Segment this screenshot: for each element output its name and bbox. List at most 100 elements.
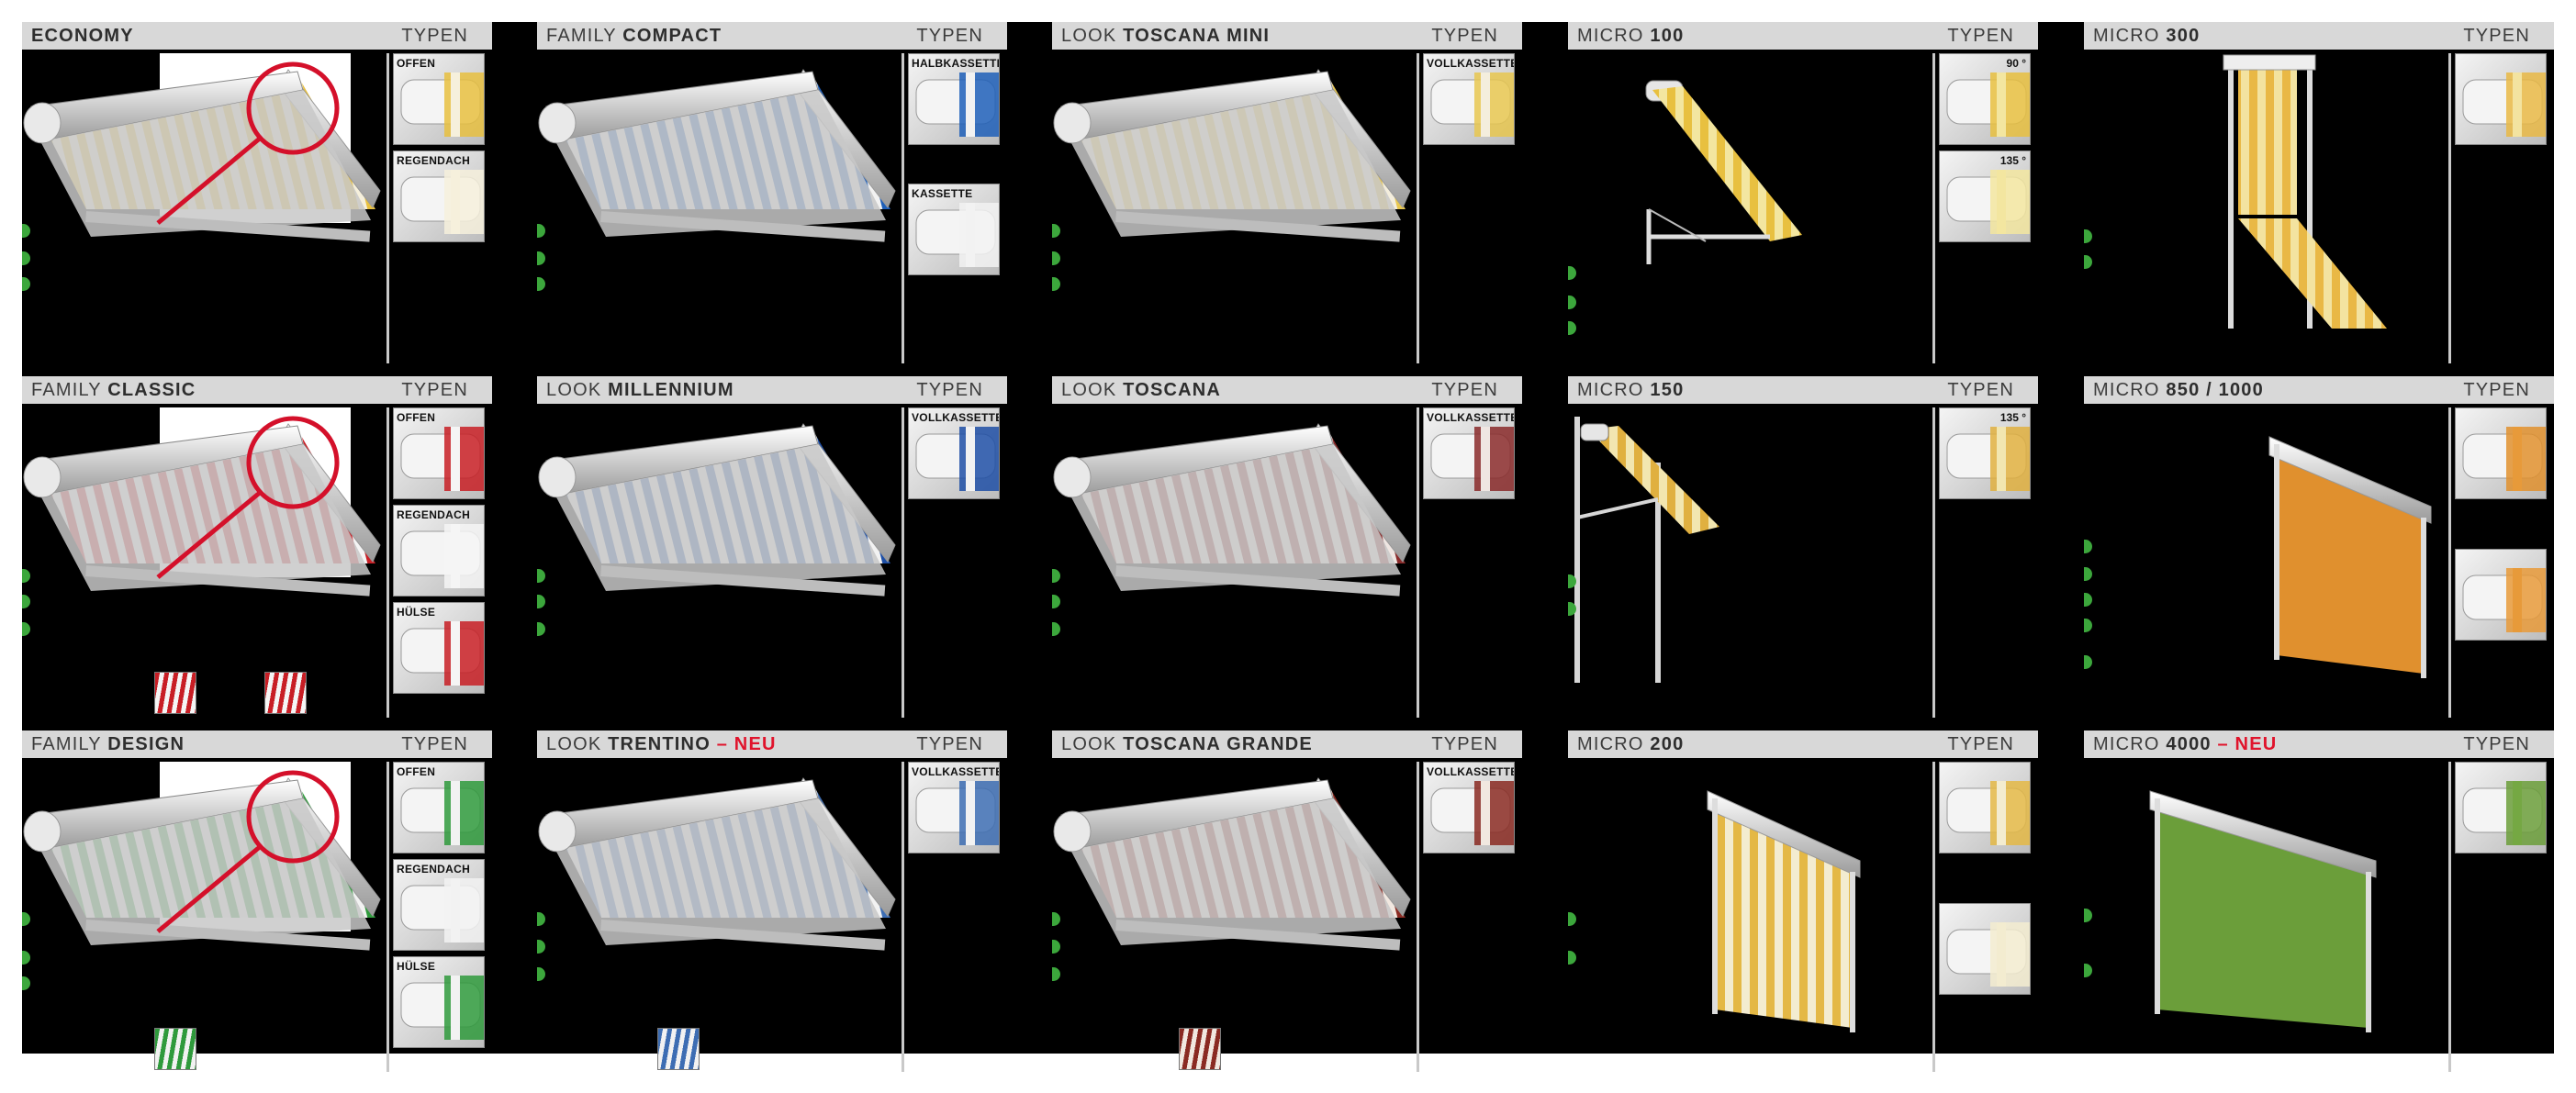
panel-title: FAMILY COMPACT: [546, 26, 722, 46]
product-illustration: [538, 69, 896, 242]
type-thumbnail[interactable]: REGENDACH: [393, 151, 485, 242]
type-thumbnail[interactable]: [2455, 407, 2547, 499]
feature-marker: [537, 251, 545, 265]
product-panel: FAMILY DESIGN TYPEN OFFEN REGENDACH HÜLS…: [22, 731, 492, 1072]
type-thumbnail[interactable]: 135 °: [1939, 407, 2031, 499]
product-panel: ECONOMY TYPEN OFFEN REGENDACH: [22, 22, 492, 363]
divider: [1417, 53, 1419, 363]
type-label: REGENDACH: [397, 154, 471, 167]
panel-header: MICRO 300 TYPEN: [2084, 22, 2554, 50]
type-thumbnail[interactable]: VOLLKASSETTE: [1423, 407, 1515, 499]
product-overview-sheet: ECONOMY TYPEN OFFEN REGENDACH FAMILY COM…: [22, 22, 2554, 1072]
panel-title: FAMILY DESIGN: [31, 734, 185, 754]
fabric-swatch: [154, 1028, 196, 1070]
types-label: TYPEN: [401, 380, 468, 400]
panel-header: MICRO 100 TYPEN: [1568, 22, 2038, 50]
panel-header: MICRO 850 / 1000 TYPEN: [2084, 376, 2554, 404]
feature-marker: [2084, 909, 2092, 922]
types-label: TYPEN: [916, 734, 983, 754]
panel-header: MICRO 200 TYPEN: [1568, 731, 2038, 758]
feature-marker: [1052, 912, 1060, 926]
feature-marker: [537, 224, 545, 238]
fabric-swatch: [264, 672, 307, 714]
type-thumbnail[interactable]: VOLLKASSETTE: [908, 762, 1000, 853]
feature-markers: [1052, 731, 1070, 1072]
type-thumbnail[interactable]: VOLLKASSETTE: [1423, 762, 1515, 853]
type-thumbnail[interactable]: OFFEN: [393, 762, 485, 853]
product-illustration: [23, 762, 381, 951]
type-label: OFFEN: [397, 765, 436, 778]
divider: [2448, 762, 2451, 1072]
panel-header: LOOK TOSCANA MINI TYPEN: [1052, 22, 1522, 50]
feature-marker: [22, 951, 30, 965]
type-label: OFFEN: [397, 57, 436, 70]
thumbnail-art: [2462, 72, 2546, 137]
feature-marker: [1052, 224, 1060, 238]
divider: [2448, 53, 2451, 363]
product-panel: FAMILY COMPACT TYPEN HALBKASSETTE KASSET…: [537, 22, 1007, 363]
product-illustration: [2223, 54, 2387, 339]
type-thumbnail[interactable]: REGENDACH: [393, 505, 485, 597]
panel-header: FAMILY CLASSIC TYPEN: [22, 376, 492, 404]
feature-marker: [1052, 595, 1060, 608]
panel-title: MICRO 150: [1577, 380, 1685, 400]
fabric-swatch: [154, 672, 196, 714]
type-thumbnail[interactable]: OFFEN: [393, 407, 485, 499]
feature-marker: [1052, 277, 1060, 291]
panel-header: LOOK TOSCANA TYPEN: [1052, 376, 1522, 404]
feature-marker: [22, 251, 30, 265]
type-thumbnail[interactable]: [1939, 903, 2031, 995]
feature-marker: [537, 569, 545, 583]
product-panel: MICRO 850 / 1000 TYPEN: [2084, 376, 2554, 718]
divider: [902, 407, 904, 718]
type-thumbnail[interactable]: [2455, 549, 2547, 641]
feature-marker: [537, 277, 545, 291]
panel-title: LOOK MILLENNIUM: [546, 380, 734, 400]
type-thumbnail[interactable]: HÜLSE: [393, 956, 485, 1048]
feature-marker: [1568, 296, 1576, 309]
panel-title: LOOK TRENTINO – NEU: [546, 734, 777, 754]
type-label: VOLLKASSETTE: [1427, 411, 1515, 424]
type-thumbnail[interactable]: VOLLKASSETTE: [908, 407, 1000, 499]
panel-header: ECONOMY TYPEN: [22, 22, 492, 50]
feature-marker: [1052, 940, 1060, 954]
feature-marker: [2084, 619, 2092, 632]
angle-label: 135 °: [1999, 154, 2026, 167]
panel-title: MICRO 4000 – NEU: [2093, 734, 2278, 754]
product-illustration: [2149, 790, 2377, 1032]
type-thumbnail[interactable]: VOLLKASSETTE: [1423, 53, 1515, 145]
panel-header: MICRO 150 TYPEN: [1568, 376, 2038, 404]
angle-label: 90 °: [2006, 57, 2026, 70]
type-label: VOLLKASSETTE: [1427, 765, 1515, 778]
type-thumbnail[interactable]: HALBKASSETTE: [908, 53, 1000, 145]
type-thumbnail[interactable]: REGENDACH: [393, 859, 485, 951]
types-label: TYPEN: [401, 734, 468, 754]
type-thumbnail[interactable]: [1939, 762, 2031, 853]
type-thumbnail[interactable]: [2455, 762, 2547, 853]
divider: [902, 762, 904, 1072]
type-thumbnail[interactable]: 90 °: [1939, 53, 2031, 145]
panel-title: LOOK TOSCANA: [1061, 380, 1222, 400]
feature-marker: [22, 976, 30, 990]
types-label: TYPEN: [1947, 380, 2014, 400]
type-thumbnail[interactable]: [2455, 53, 2547, 145]
feature-marker: [537, 940, 545, 954]
product-illustration: [1053, 777, 1411, 951]
feature-markers: [537, 22, 555, 363]
product-panel: FAMILY CLASSIC TYPEN OFFEN REGENDACH HÜL…: [22, 376, 492, 718]
thumbnail-art: [2462, 781, 2546, 845]
type-label: OFFEN: [397, 411, 436, 424]
type-thumbnail[interactable]: 135 °: [1939, 151, 2031, 242]
divider: [1417, 762, 1419, 1072]
panel-title: MICRO 850 / 1000: [2093, 380, 2264, 400]
type-thumbnail[interactable]: KASSETTE: [908, 184, 1000, 275]
product-illustration: [1053, 423, 1411, 597]
type-thumbnail[interactable]: HÜLSE: [393, 602, 485, 694]
panel-header: LOOK TOSCANA GRANDE TYPEN: [1052, 731, 1522, 758]
type-label: REGENDACH: [397, 863, 471, 876]
type-label: HÜLSE: [397, 960, 436, 973]
divider: [1932, 762, 1935, 1072]
type-label: KASSETTE: [912, 187, 973, 200]
type-thumbnail[interactable]: OFFEN: [393, 53, 485, 145]
panel-title: MICRO 100: [1577, 26, 1685, 46]
